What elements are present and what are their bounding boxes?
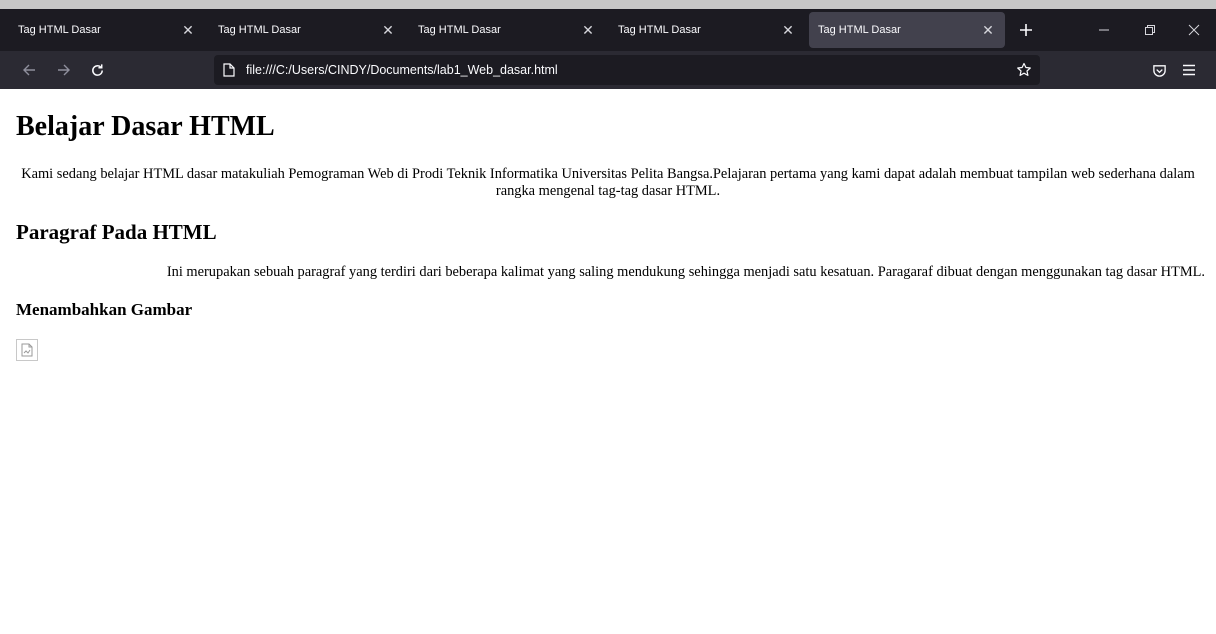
- nav-toolbar: file:///C:/Users/CINDY/Documents/lab1_We…: [0, 51, 1216, 89]
- tab-title: Tag HTML Dasar: [418, 24, 501, 36]
- page-icon: [223, 63, 237, 77]
- close-icon[interactable]: ✕: [181, 23, 195, 37]
- desktop-top-strip: [0, 0, 1216, 9]
- hamburger-menu-icon[interactable]: [1176, 57, 1202, 83]
- close-icon[interactable]: ✕: [581, 23, 595, 37]
- pocket-icon[interactable]: [1146, 57, 1172, 83]
- tab[interactable]: Tag HTML Dasar ✕: [9, 12, 205, 48]
- minimize-icon[interactable]: [1082, 12, 1126, 48]
- plus-icon[interactable]: [1014, 12, 1038, 48]
- tab-title: Tag HTML Dasar: [218, 24, 301, 36]
- address-bar[interactable]: file:///C:/Users/CINDY/Documents/lab1_We…: [214, 55, 1040, 85]
- section-heading: Paragraf Pada HTML: [16, 220, 217, 244]
- reload-icon[interactable]: [84, 57, 110, 83]
- tab[interactable]: Tag HTML Dasar ✕: [209, 12, 405, 48]
- close-icon[interactable]: ✕: [981, 23, 995, 37]
- page-content: Belajar Dasar HTML Kami sedang belajar H…: [0, 89, 1216, 634]
- tab[interactable]: Tag HTML Dasar ✕: [609, 12, 805, 48]
- restore-icon[interactable]: [1128, 12, 1172, 48]
- close-icon[interactable]: ✕: [381, 23, 395, 37]
- star-icon[interactable]: [1016, 62, 1032, 78]
- tab-title: Tag HTML Dasar: [18, 24, 101, 36]
- tab[interactable]: Tag HTML Dasar ✕: [409, 12, 605, 48]
- tab-bar: Tag HTML Dasar ✕ Tag HTML Dasar ✕ Tag HT…: [0, 9, 1216, 51]
- tab-title: Tag HTML Dasar: [818, 24, 901, 36]
- intro-paragraph: Kami sedang belajar HTML dasar matakulia…: [21, 166, 1195, 199]
- broken-image-icon: [16, 339, 38, 361]
- tab-title: Tag HTML Dasar: [618, 24, 701, 36]
- browser-window: Tag HTML Dasar ✕ Tag HTML Dasar ✕ Tag HT…: [0, 9, 1216, 634]
- window-close-icon[interactable]: [1172, 12, 1216, 48]
- forward-arrow-icon[interactable]: [51, 57, 77, 83]
- subsection-heading: Menambahkan Gambar: [16, 300, 193, 319]
- tab-active[interactable]: Tag HTML Dasar ✕: [809, 12, 1005, 48]
- section-paragraph: Ini merupakan sebuah paragraf yang terdi…: [166, 264, 1205, 280]
- url-text[interactable]: file:///C:/Users/CINDY/Documents/lab1_We…: [246, 63, 558, 77]
- page-heading: Belajar Dasar HTML: [16, 111, 275, 142]
- close-icon[interactable]: ✕: [781, 23, 795, 37]
- back-arrow-icon[interactable]: [16, 57, 42, 83]
